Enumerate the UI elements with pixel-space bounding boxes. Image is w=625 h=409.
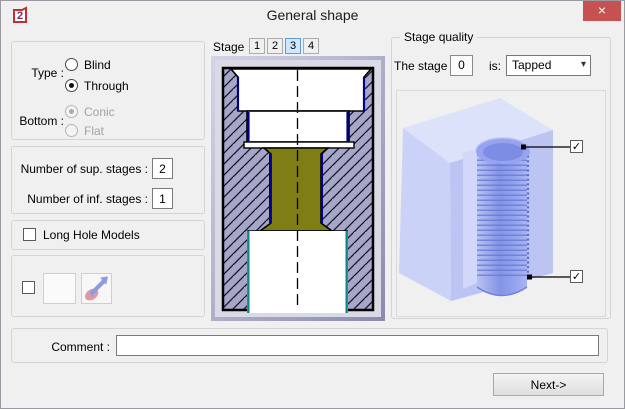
long-hole-checkbox[interactable]: ✓ [23,228,36,241]
radio-through-label[interactable]: Through [84,79,129,93]
inf-stages-input[interactable] [152,188,173,209]
radio-conic-label: Conic [84,105,115,119]
bottom-stage-checkbox[interactable]: ✓ [570,270,583,283]
stage-quality-groupbox: Stage quality The stage # 0 is: Tapped ▾ [391,37,611,319]
type-groupbox: Type : Blind Through Bottom : Conic Flat [11,41,205,140]
stage-button-2[interactable]: 2 [267,38,283,54]
stage-label: Stage [213,40,244,54]
color-swatch-button[interactable] [43,273,76,304]
stage-button-1[interactable]: 1 [249,38,265,54]
top-stage-checkbox[interactable]: ✓ [570,140,583,153]
stage-number-label: The stage # [394,59,457,73]
is-label: is: [489,59,501,73]
stage-button-3[interactable]: 3 [285,38,301,54]
general-shape-dialog: 2 General shape × Type : Blind Through B… [0,0,625,409]
stage-count-groupbox: Number of sup. stages : Number of inf. s… [11,146,205,214]
eyedropper-icon [82,274,111,303]
radio-blind[interactable] [65,58,78,71]
radio-blind-label[interactable]: Blind [84,58,111,72]
cross-section-canvas[interactable] [211,56,385,321]
bottom-label: Bottom : [12,114,64,128]
radio-flat [65,124,78,137]
type-label: Type : [12,66,64,80]
long-hole-label[interactable]: Long Hole Models [43,228,140,242]
next-button[interactable]: Next-> [493,373,604,396]
window-title: General shape [1,7,624,23]
preview-3d-panel[interactable]: ✓ ✓ [396,90,606,317]
color-checkbox[interactable]: ✓ [22,281,35,294]
stage-number-value: 0 [450,55,473,76]
radio-flat-label: Flat [84,124,104,138]
long-hole-groupbox: ✓ Long Hole Models [11,220,205,250]
quality-dropdown[interactable]: Tapped ▾ [506,55,591,76]
chevron-down-icon: ▾ [581,59,586,70]
inf-stages-label: Number of inf. stages : [12,192,148,206]
comment-groupbox: Comment : [11,328,608,363]
sup-stages-label: Number of sup. stages : [12,162,148,176]
comment-label: Comment : [12,340,110,354]
stage-quality-title: Stage quality [400,30,477,44]
quality-selected-value: Tapped [512,58,551,72]
close-button[interactable]: × [583,1,621,21]
cross-section-drawing [211,56,385,321]
radio-through[interactable] [65,79,78,92]
comment-input[interactable] [116,335,599,356]
stage-button-4[interactable]: 4 [303,38,319,54]
radio-conic [65,105,78,118]
color-tool-groupbox: ✓ [11,255,205,317]
sup-stages-input[interactable] [152,158,173,179]
eyedropper-button[interactable] [81,273,112,304]
titlebar[interactable]: 2 General shape × [1,1,624,30]
